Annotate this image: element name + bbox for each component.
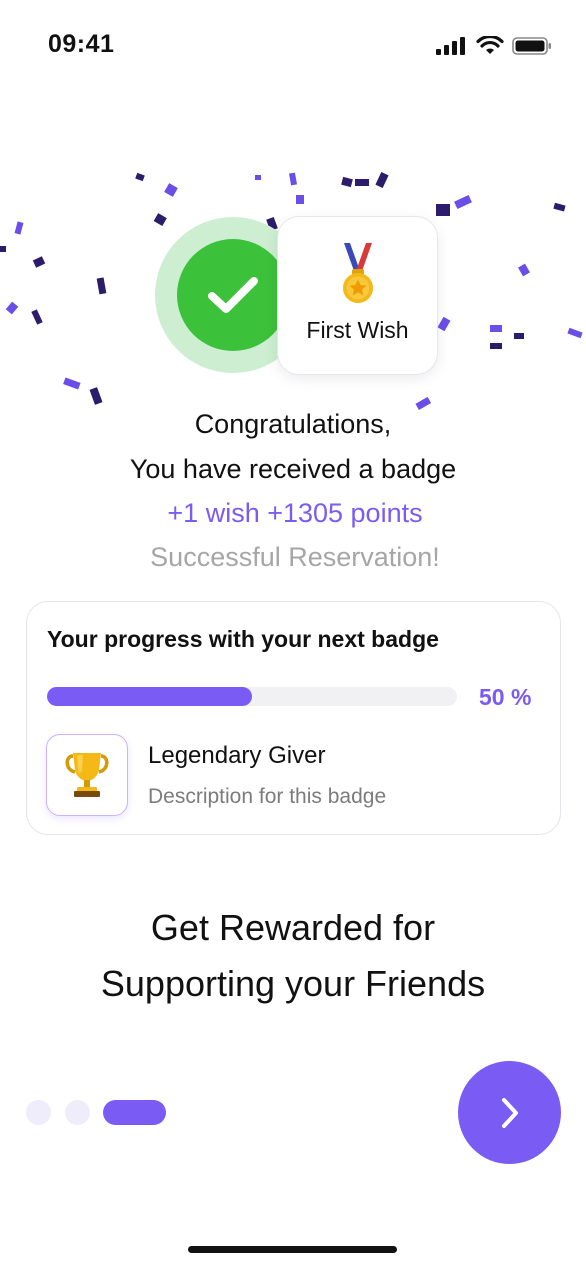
next-badge-description: Description for this badge (148, 785, 387, 808)
medal-icon (343, 243, 373, 303)
congratulations-line-1: Congratulations, (194, 409, 392, 439)
next-badge-icon-box (46, 734, 128, 816)
onboarding-headline: Get Rewarded for Supporting your Friends (0, 900, 586, 1012)
congratulations-message: Congratulations, You have received a bad… (0, 402, 586, 492)
progress-bar-fill (47, 687, 252, 706)
congratulations-line-2: You have received a badge (129, 454, 457, 484)
status-time: 09:41 (48, 30, 115, 58)
trophy-icon (65, 753, 109, 797)
headline-line-1: Get Rewarded for (150, 907, 436, 948)
cellular-signal-icon (436, 37, 465, 55)
received-badge-card: First Wish (277, 216, 438, 375)
points-earned: +1 wish +1305 points (167, 498, 423, 528)
next-badge-progress-card: Your progress with your next badge 50 % … (26, 601, 561, 835)
home-indicator[interactable] (188, 1246, 397, 1253)
badge-title: First Wish (306, 317, 409, 343)
battery-icon (512, 37, 551, 55)
progress-percent: 50 % (479, 684, 532, 710)
next-button[interactable] (458, 1061, 561, 1164)
progress-title: Your progress with your next badge (47, 626, 439, 652)
reservation-status: Successful Reservation! (150, 542, 440, 572)
headline-line-2: Supporting your Friends (100, 963, 486, 1004)
page-indicator-dot-2[interactable] (65, 1100, 90, 1125)
page-indicator-dot-1[interactable] (26, 1100, 51, 1125)
chevron-right-icon (501, 1097, 518, 1128)
status-icons (436, 36, 552, 56)
success-check (177, 239, 289, 351)
wifi-icon (476, 36, 504, 54)
next-badge-name: Legendary Giver (148, 742, 326, 769)
progress-bar (47, 687, 457, 706)
page-indicator-dot-active[interactable] (103, 1100, 166, 1125)
checkmark-icon (208, 277, 258, 313)
